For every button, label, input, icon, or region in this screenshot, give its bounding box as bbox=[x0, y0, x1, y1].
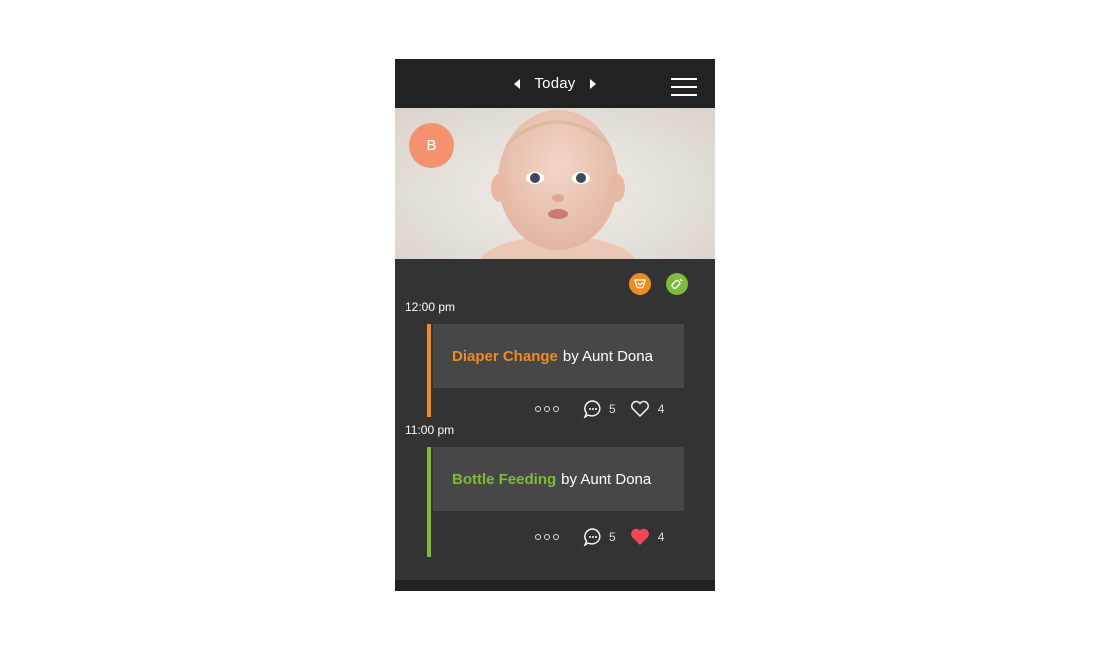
previous-day-icon[interactable] bbox=[514, 78, 521, 89]
entry-time: 12:00 pm bbox=[405, 300, 456, 314]
activity-filters bbox=[629, 273, 688, 295]
top-bar: Today bbox=[395, 59, 715, 108]
diaper-filter-icon[interactable] bbox=[629, 273, 651, 295]
entry-actions: 5 4 bbox=[535, 397, 685, 421]
app-screen: Today B 12:00 pm Diaper Change by Aunt D… bbox=[395, 59, 715, 591]
activity-author: by Aunt Dona bbox=[561, 470, 652, 488]
comment-icon[interactable] bbox=[583, 399, 603, 419]
date-navigator: Today bbox=[395, 59, 715, 108]
timeline-entry-card[interactable]: Bottle Feeding by Aunt Dona bbox=[433, 447, 684, 511]
bottom-bar bbox=[395, 580, 715, 591]
activity-type: Diaper Change bbox=[452, 347, 558, 365]
timeline-bar bbox=[427, 324, 431, 417]
baby-photo: B bbox=[395, 108, 715, 259]
activity-type: Bottle Feeding bbox=[452, 470, 557, 488]
entry-time: 11:00 pm bbox=[405, 423, 455, 437]
comment-count: 5 bbox=[609, 402, 616, 416]
hamburger-menu-icon[interactable] bbox=[671, 78, 697, 97]
comment-count: 5 bbox=[609, 530, 616, 544]
more-options-icon[interactable] bbox=[535, 406, 559, 412]
avatar-initial: B bbox=[426, 137, 437, 154]
activity-author: by Aunt Dona bbox=[562, 347, 653, 365]
heart-filled-icon[interactable] bbox=[630, 528, 650, 546]
next-day-icon[interactable] bbox=[589, 78, 596, 89]
timeline-bar bbox=[427, 447, 431, 557]
timeline-entry-card[interactable]: Diaper Change by Aunt Dona bbox=[433, 324, 684, 388]
date-label: Today bbox=[534, 75, 576, 92]
like-count: 4 bbox=[657, 402, 665, 416]
bottle-filter-icon[interactable] bbox=[666, 273, 688, 295]
more-options-icon[interactable] bbox=[535, 534, 559, 540]
entry-actions: 5 4 bbox=[535, 525, 685, 549]
comment-icon[interactable] bbox=[583, 527, 603, 547]
like-count: 4 bbox=[657, 530, 665, 544]
avatar[interactable]: B bbox=[409, 123, 454, 168]
heart-outline-icon[interactable] bbox=[630, 400, 650, 418]
